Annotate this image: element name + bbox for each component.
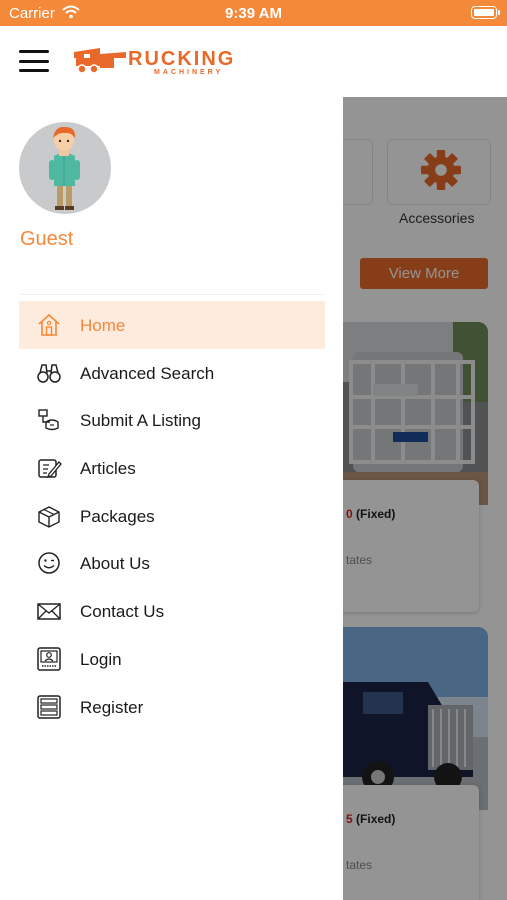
drawer-dim-overlay[interactable]	[343, 97, 507, 900]
package-box-icon	[38, 505, 60, 528]
smiley-icon	[38, 552, 60, 575]
user-avatar-illustration	[49, 126, 80, 210]
drawer-menu: Home Advanced Search Submit A Listing Ar…	[19, 301, 325, 730]
user-name: Guest	[20, 228, 74, 250]
navigation-drawer: Guest Home Advanced Search Submit A List…	[0, 97, 343, 900]
hamburger-line	[19, 50, 49, 53]
id-card-icon	[37, 647, 61, 671]
battery-icon	[471, 6, 500, 19]
avatar[interactable]	[19, 122, 111, 214]
hamburger-line	[19, 69, 49, 72]
divider	[20, 294, 325, 295]
brand-logo[interactable]: RUCKING MACHINERY	[70, 44, 233, 78]
logo-wordmark: RUCKING	[128, 48, 236, 70]
hamburger-line	[19, 59, 49, 63]
home-icon	[38, 313, 60, 336]
drawer-item-advanced-search[interactable]: Advanced Search	[19, 349, 325, 397]
edit-article-icon	[38, 459, 62, 479]
drawer-item-label: Register	[80, 697, 144, 717]
drawer-item-articles[interactable]: Articles	[19, 444, 325, 492]
drawer-item-login[interactable]: Login	[19, 635, 325, 683]
hamburger-menu-button[interactable]	[19, 50, 49, 72]
status-bar: Carrier 9:39 AM	[0, 0, 507, 26]
drawer-item-label: Login	[80, 649, 122, 669]
drawer-item-label: Contact Us	[80, 602, 165, 622]
app-header: RUCKING MACHINERY	[0, 26, 507, 97]
submit-listing-icon	[38, 409, 59, 431]
drawer-item-register[interactable]: Register	[19, 683, 325, 731]
drawer-item-submit-listing[interactable]: Submit A Listing	[19, 396, 325, 444]
register-form-icon	[37, 694, 61, 719]
drawer-item-label: Packages	[80, 506, 155, 526]
binoculars-icon	[37, 363, 61, 383]
drawer-item-label: Submit A Listing	[80, 411, 201, 431]
drawer-item-about-us[interactable]: About Us	[19, 539, 325, 587]
truck-logo-icon	[74, 48, 126, 74]
drawer-item-label: Articles	[80, 459, 136, 479]
drawer-item-label: Home	[80, 316, 126, 335]
drawer-item-contact-us[interactable]: Contact Us	[19, 587, 325, 635]
logo-subtitle: MACHINERY	[154, 69, 224, 76]
drawer-item-label: About Us	[80, 554, 150, 574]
status-time: 9:39 AM	[225, 5, 282, 22]
drawer-item-home[interactable]: Home	[19, 301, 325, 349]
drawer-item-label: Advanced Search	[80, 363, 215, 383]
drawer-item-packages[interactable]: Packages	[19, 492, 325, 540]
envelope-icon	[37, 603, 61, 620]
